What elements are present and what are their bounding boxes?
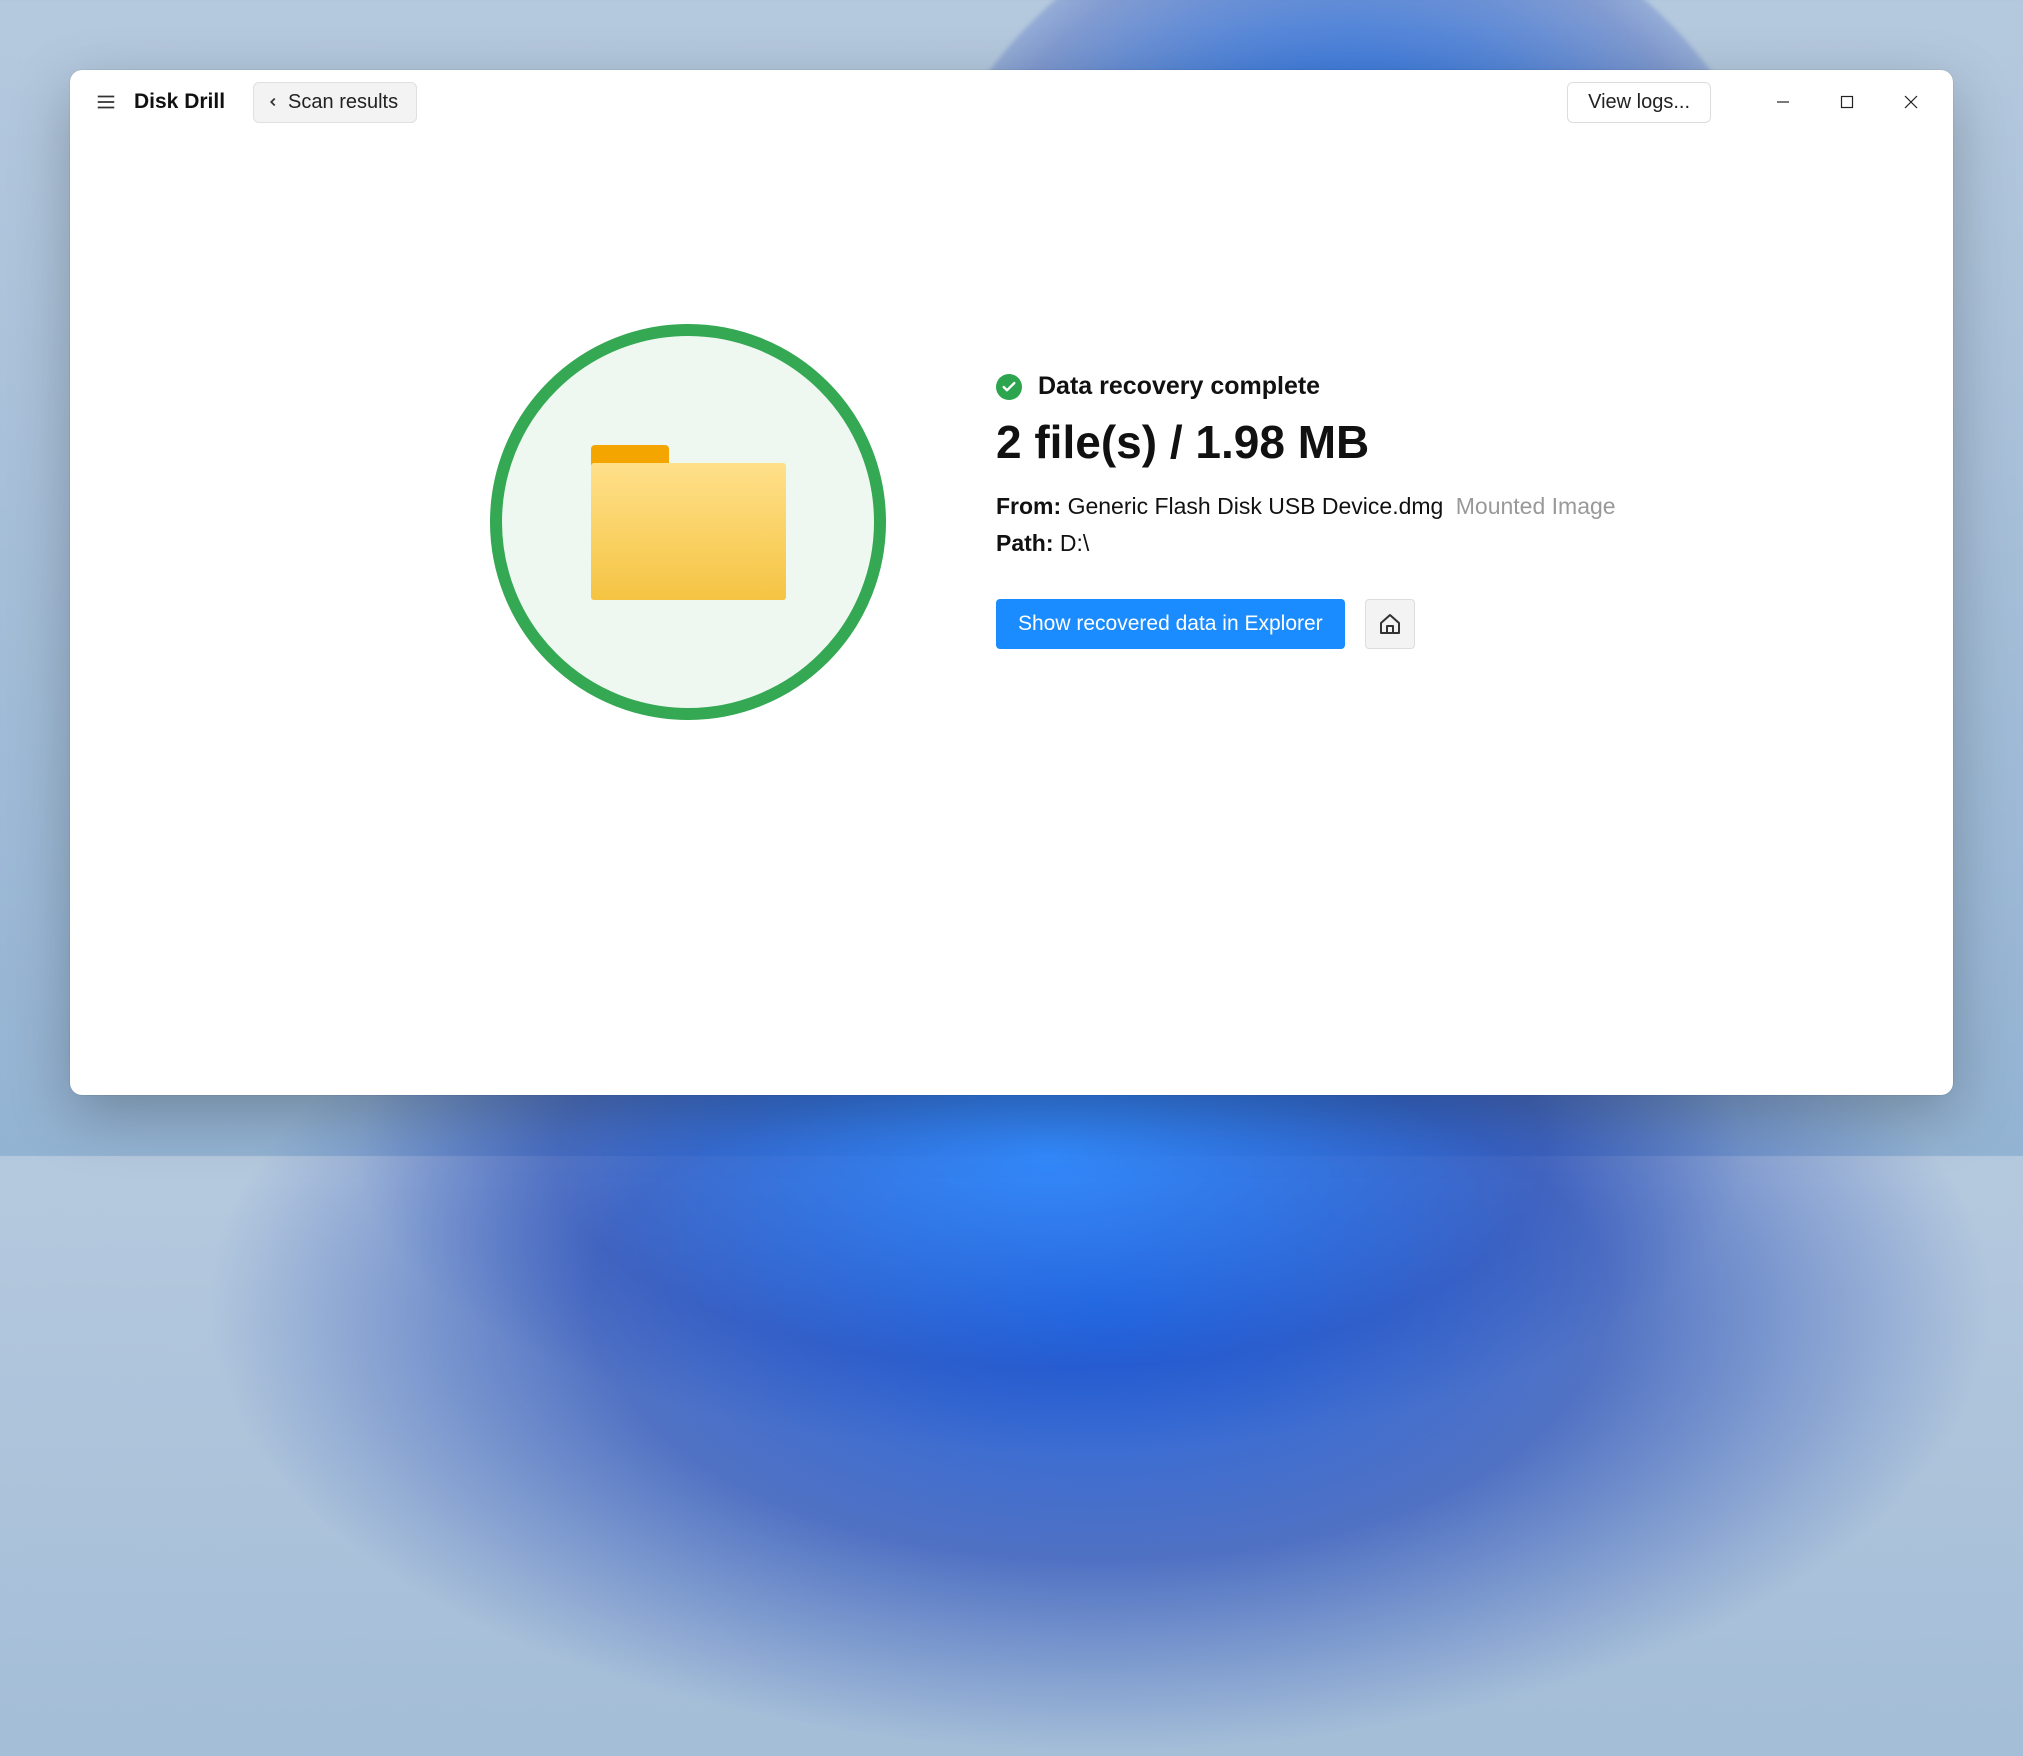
chevron-left-icon: [266, 95, 280, 109]
path-label: Path:: [996, 530, 1054, 556]
minimize-button[interactable]: [1751, 80, 1815, 124]
app-title: Disk Drill: [134, 90, 225, 114]
content-area: Data recovery complete 2 file(s) / 1.98 …: [70, 134, 1953, 1095]
minimize-icon: [1776, 95, 1790, 109]
show-in-explorer-button[interactable]: Show recovered data in Explorer: [996, 599, 1345, 649]
path-row: Path: D:\: [996, 530, 1616, 557]
hamburger-icon: [95, 91, 117, 113]
maximize-button[interactable]: [1815, 80, 1879, 124]
titlebar: Disk Drill Scan results View logs...: [70, 70, 1953, 134]
from-row: From: Generic Flash Disk USB Device.dmg …: [996, 493, 1616, 520]
path-value: D:\: [1060, 530, 1089, 556]
action-row: Show recovered data in Explorer: [996, 599, 1616, 649]
app-window: Disk Drill Scan results View logs...: [70, 70, 1953, 1095]
status-text: Data recovery complete: [1038, 372, 1320, 401]
from-value: Generic Flash Disk USB Device.dmg: [1068, 493, 1444, 519]
window-controls: [1751, 80, 1943, 124]
maximize-icon: [1840, 95, 1854, 109]
from-label: From:: [996, 493, 1061, 519]
from-tag: Mounted Image: [1456, 493, 1616, 519]
home-button[interactable]: [1365, 599, 1415, 649]
success-illustration: [490, 324, 886, 720]
result-details: Data recovery complete 2 file(s) / 1.98 …: [996, 324, 1616, 649]
back-button-label: Scan results: [288, 91, 398, 114]
check-icon: [1001, 379, 1017, 395]
status-row: Data recovery complete: [996, 372, 1616, 401]
view-logs-button[interactable]: View logs...: [1567, 82, 1711, 123]
menu-button[interactable]: [88, 84, 124, 120]
close-icon: [1904, 95, 1918, 109]
check-badge: [996, 374, 1022, 400]
back-button[interactable]: Scan results: [253, 82, 417, 123]
folder-icon: [591, 445, 786, 600]
home-icon: [1378, 612, 1402, 636]
summary-text: 2 file(s) / 1.98 MB: [996, 415, 1616, 469]
close-button[interactable]: [1879, 80, 1943, 124]
